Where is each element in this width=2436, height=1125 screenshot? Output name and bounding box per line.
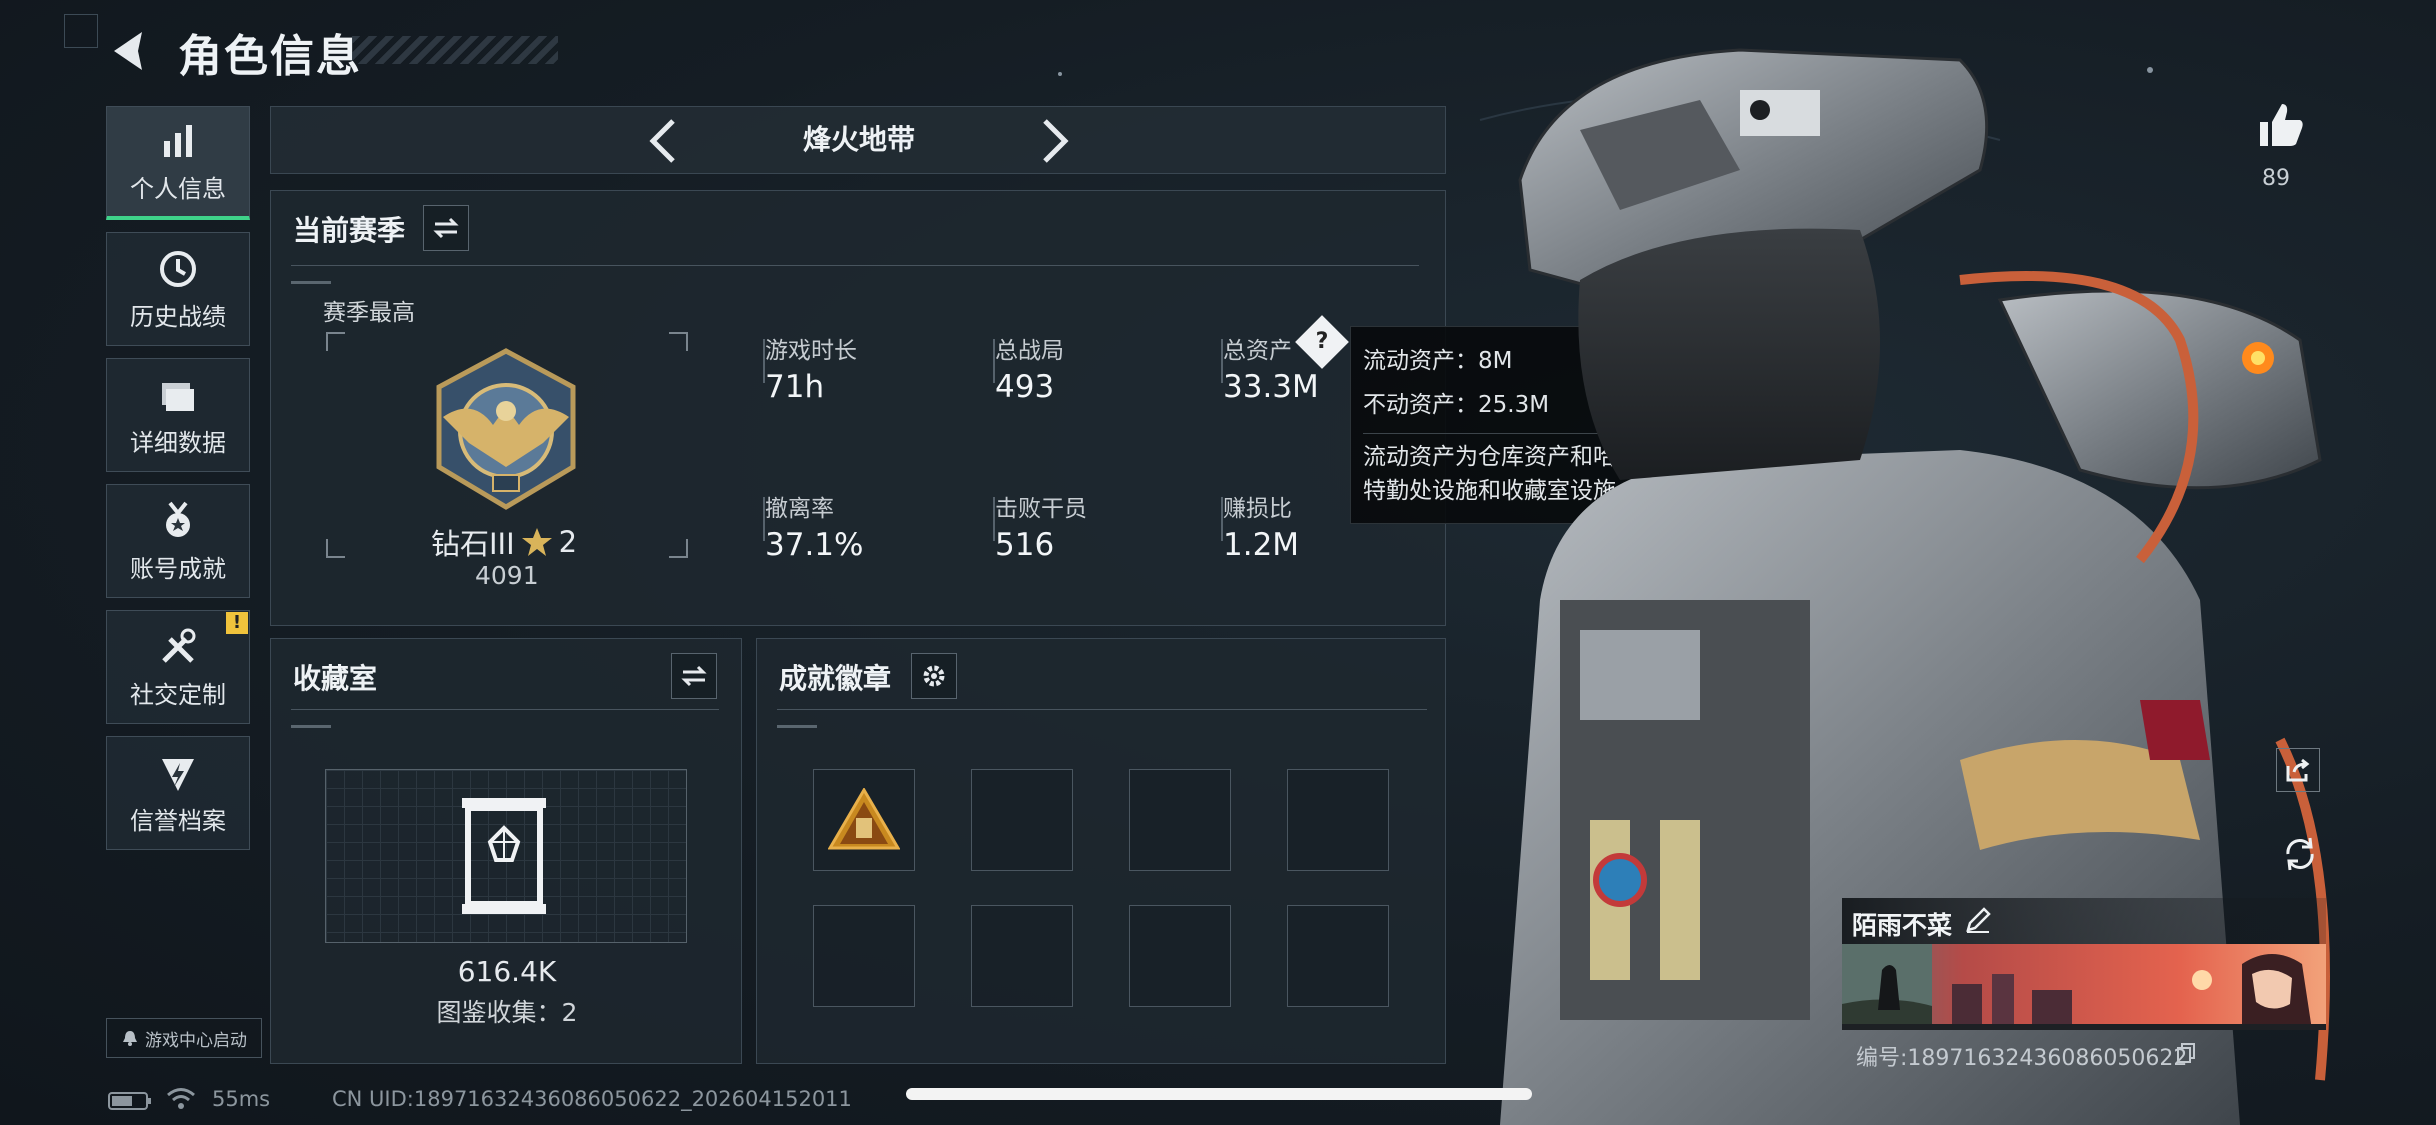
badge-slot[interactable] (971, 769, 1073, 871)
rotate-icon[interactable] (2280, 834, 2320, 874)
achievements-header: 成就徽章 (779, 662, 892, 695)
share-icon (2286, 758, 2310, 782)
bar-chart-icon (164, 125, 192, 157)
back-arrow-icon[interactable] (108, 28, 154, 74)
rank-row: 钻石III 2 (431, 521, 581, 563)
season-header: 当前赛季 (293, 214, 406, 247)
tools-icon (162, 628, 196, 663)
divider-accent (291, 281, 331, 284)
sidebar-item-label: 个人信息 (130, 175, 226, 203)
latency-text: 55ms (212, 1087, 271, 1111)
battery-icon (108, 1092, 151, 1110)
divider-accent (291, 725, 331, 728)
rank-points: 4091 (475, 561, 539, 590)
player-name: 陌雨不菜 (1852, 911, 1953, 940)
collection-count: 图鉴收集：2 (436, 998, 578, 1027)
game-center-label: 游戏中心启动 (145, 1030, 247, 1051)
divider (291, 709, 719, 710)
stat-value-total-assets: 33.3M (1223, 369, 1319, 405)
profile-banner-image[interactable] (1842, 944, 2326, 1030)
stat-value-playtime: 71h (765, 369, 825, 405)
stat-value-total-matches: 493 (995, 369, 1055, 405)
collection-room-panel: 收藏室 616.4K 图鉴收集：2 (270, 638, 742, 1064)
bell-icon (123, 1031, 137, 1046)
gear-icon (923, 665, 945, 687)
sidebar-item-label: 账号成就 (130, 554, 226, 583)
player-number: 编号:18971632436086050622 (1856, 1046, 2188, 1071)
sidebar-item-detailed-data[interactable]: 详细数据 (106, 358, 250, 472)
achievement-badges-panel: 成就徽章 (756, 638, 1446, 1064)
sidebar-item-personal-info[interactable]: 个人信息 (106, 106, 250, 220)
season-switch-button[interactable] (423, 205, 469, 251)
badge-slot[interactable] (971, 905, 1073, 1007)
warning-badge-icon (828, 788, 900, 850)
question-mark-icon: ? (1315, 329, 1329, 354)
corner-frame (64, 14, 98, 48)
page-title: 角色信息 (178, 31, 362, 82)
mode-title: 烽火地带 (802, 123, 915, 156)
wifi-icon (167, 1088, 195, 1109)
badge-slot[interactable] (813, 769, 915, 871)
badge-slot[interactable] (1129, 905, 1231, 1007)
stat-label-total-matches: 总战局 (995, 338, 1064, 364)
game-center-launch-button[interactable]: 游戏中心启动 (106, 1018, 262, 1058)
collection-value: 616.4K (457, 955, 557, 988)
season-best-label: 赛季最高 (323, 300, 415, 326)
achievements-settings-button[interactable] (911, 653, 957, 699)
badge-slot[interactable] (1287, 769, 1389, 871)
stat-label-total-assets: 总资产 (1223, 338, 1292, 364)
stat-label-operators-killed: 击败干员 (995, 496, 1087, 522)
swap-icon (681, 665, 707, 687)
stat-value-profit-ratio: 1.2M (1223, 527, 1300, 563)
share-button[interactable] (2276, 748, 2320, 792)
sidebar-item-label: 信誉档案 (130, 806, 226, 835)
uid-text: CN UID:18971632436086050622_202604152011 (332, 1087, 852, 1111)
badge-slot[interactable] (813, 905, 915, 1007)
sidebar-item-history[interactable]: 历史战绩 (106, 232, 250, 346)
swap-icon (433, 217, 459, 239)
sidebar-item-credit-record[interactable]: 信誉档案 (106, 736, 250, 850)
stat-label-extract-rate: 撤离率 (765, 496, 834, 522)
badge-slot[interactable] (1129, 769, 1231, 871)
title-decoration (352, 36, 558, 64)
divider (291, 265, 1419, 266)
star-icon (521, 528, 552, 556)
mode-selector: 烽火地带 (270, 106, 1446, 174)
stat-value-extract-rate: 37.1% (765, 527, 864, 563)
rank-stars: 2 (558, 525, 578, 559)
folder-icon (162, 382, 194, 411)
like-count: 89 (2262, 166, 2290, 191)
stat-value-operators-killed: 516 (995, 527, 1055, 563)
badge-slot[interactable] (1287, 905, 1389, 1007)
credit-shield-icon (162, 758, 194, 791)
rank-diamond-emblem (436, 348, 576, 510)
rank-name: 钻石III (431, 527, 515, 561)
edit-pencil-icon[interactable] (1964, 906, 1992, 934)
collection-blueprint[interactable] (325, 769, 687, 943)
sidebar-item-label: 历史战绩 (130, 302, 226, 331)
copy-icon[interactable] (2176, 1042, 2196, 1064)
sidebar-item-label: 社交定制 (130, 680, 226, 709)
home-indicator[interactable] (906, 1088, 1532, 1100)
sidebar-item-label: 详细数据 (130, 428, 226, 457)
collection-header: 收藏室 (293, 662, 378, 695)
stat-label-playtime: 游戏时长 (765, 338, 857, 364)
display-case-icon (462, 798, 546, 914)
divider-accent (777, 725, 817, 728)
thumbs-up-icon[interactable] (2256, 100, 2306, 150)
collection-switch-button[interactable] (671, 653, 717, 699)
chevron-left-icon[interactable] (641, 117, 687, 165)
divider (777, 709, 1427, 710)
stat-label-profit-ratio: 赚损比 (1223, 496, 1292, 522)
history-icon (160, 250, 196, 287)
current-season-panel: 当前赛季 赛季最高 钻石III 2 4091 游戏时长 71h 总战局 493 … (270, 190, 1446, 626)
medal-icon (166, 501, 190, 537)
sidebar-item-achievements[interactable]: 账号成就 (106, 484, 250, 598)
notification-badge: ! (226, 612, 248, 634)
chevron-right-icon[interactable] (1031, 117, 1077, 165)
